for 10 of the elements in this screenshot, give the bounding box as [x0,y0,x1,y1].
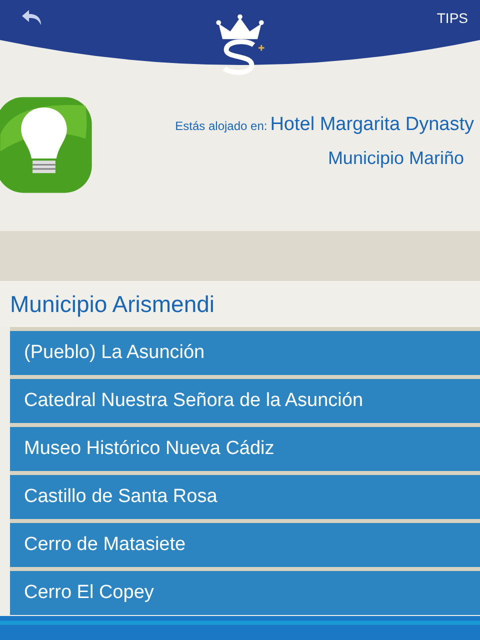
place-item[interactable]: Cerro de Matasiete [10,523,480,567]
place-item[interactable]: Catedral Nuestra Señora de la Asunción [10,379,480,423]
tips-button[interactable]: TIPS [436,10,468,26]
place-item[interactable]: Castillo de Santa Rosa [10,475,480,519]
stay-label: Estás alojado en: [175,119,268,133]
place-item[interactable]: (Pueblo) La Asunción [10,331,480,375]
municipality-name: Municipio Mariño [328,148,464,169]
hotel-name: Hotel Margarita Dynasty [270,114,474,136]
place-item[interactable]: Cerro El Copey [10,571,480,615]
place-item[interactable]: Museo Histórico Nueva Cádiz [10,427,480,471]
